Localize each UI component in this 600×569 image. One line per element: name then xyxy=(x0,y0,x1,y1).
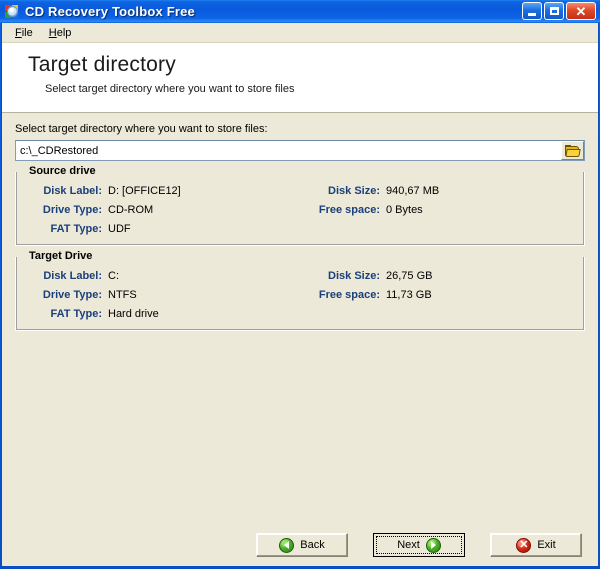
menu-file-rest: ile xyxy=(21,26,33,39)
menu-item-help[interactable]: Help xyxy=(41,25,80,41)
application-window: CD Recovery Toolbox Free ✕ File Help Tar… xyxy=(0,0,600,569)
close-icon: ✕ xyxy=(575,3,587,19)
close-button[interactable]: ✕ xyxy=(566,2,596,20)
minimize-icon xyxy=(528,12,536,16)
browse-folder-button[interactable] xyxy=(561,141,584,160)
source-free-space-row: Free space: 0 Bytes xyxy=(306,204,556,217)
target-disk-label-row: Disk Label: C: xyxy=(24,270,306,283)
source-disk-label-row: Disk Label: D: [OFFICE12] xyxy=(24,185,306,198)
source-disk-size-value: 940,67 MB xyxy=(386,185,440,197)
cd-disc-icon xyxy=(4,4,20,19)
page-title: Target directory xyxy=(28,53,176,76)
path-field-label: Select target directory where you want t… xyxy=(15,123,268,135)
menu-help-rest: elp xyxy=(56,26,72,39)
arrow-right-icon xyxy=(425,537,441,553)
source-fat-type-value: UDF xyxy=(108,223,131,235)
source-drive-type-key: Drive Type: xyxy=(42,204,102,216)
source-disk-size-row: Disk Size: 940,67 MB xyxy=(306,185,556,198)
source-disk-size-key: Disk Size: xyxy=(328,185,380,197)
window-title: CD Recovery Toolbox Free xyxy=(25,4,195,19)
target-drive-type-value: NTFS xyxy=(108,289,137,301)
body-area: Select target directory where you want t… xyxy=(2,113,598,566)
wizard-header: Target directory Select target directory… xyxy=(2,43,598,113)
source-fat-type-key: FAT Type: xyxy=(50,223,102,235)
target-disk-label-key: Disk Label: xyxy=(43,270,102,282)
menu-help-accel: H xyxy=(48,26,57,39)
maximize-button[interactable] xyxy=(544,2,564,20)
source-fat-type-row: FAT Type: UDF xyxy=(24,223,306,236)
maximize-icon xyxy=(549,7,559,15)
source-disk-label-key: Disk Label: xyxy=(43,185,102,197)
source-free-space-value: 0 Bytes xyxy=(386,204,423,216)
menu-bar: File Help xyxy=(2,23,598,43)
folder-open-icon xyxy=(565,144,581,157)
target-free-space-row: Free space: 11,73 GB xyxy=(306,289,556,302)
path-field-row xyxy=(15,140,585,161)
source-drive-type-row: Drive Type: CD-ROM xyxy=(24,204,306,217)
target-drive-type-row: Drive Type: NTFS xyxy=(24,289,306,302)
title-bar: CD Recovery Toolbox Free ✕ xyxy=(0,0,600,23)
exit-button[interactable]: ✕ Exit xyxy=(490,533,582,557)
window-controls: ✕ xyxy=(522,2,596,20)
source-drive-type-value: CD-ROM xyxy=(108,204,154,216)
target-fat-type-row: FAT Type: Hard drive xyxy=(24,308,306,321)
close-x-icon: ✕ xyxy=(516,537,532,553)
source-disk-label-value: D: [OFFICE12] xyxy=(108,185,181,197)
target-drive-group: Target Drive Disk Label: C: Drive Type: … xyxy=(15,250,585,331)
source-drive-group: Source drive Disk Label: D: [OFFICE12] D… xyxy=(15,165,585,246)
target-fat-type-key: FAT Type: xyxy=(50,308,102,320)
arrow-left-icon xyxy=(279,537,295,553)
target-drive-type-key: Drive Type: xyxy=(42,289,102,301)
next-button[interactable]: Next xyxy=(373,533,465,557)
page-subtitle: Select target directory where you want t… xyxy=(45,83,295,95)
target-disk-size-value: 26,75 GB xyxy=(386,270,433,282)
exit-button-label: Exit xyxy=(537,539,556,551)
source-drive-group-title: Source drive xyxy=(25,165,100,177)
target-free-space-value: 11,73 GB xyxy=(386,289,432,301)
source-free-space-key: Free space: xyxy=(318,204,380,216)
next-button-label: Next xyxy=(397,539,420,551)
target-free-space-key: Free space: xyxy=(318,289,380,301)
back-button[interactable]: Back xyxy=(256,533,348,557)
target-directory-input[interactable] xyxy=(16,141,561,160)
menu-file-accel: F xyxy=(15,26,22,39)
menu-item-file[interactable]: File xyxy=(7,25,41,41)
client-area: File Help Target directory Select target… xyxy=(1,23,599,566)
target-disk-size-key: Disk Size: xyxy=(328,270,380,282)
minimize-button[interactable] xyxy=(522,2,542,20)
target-disk-label-value: C: xyxy=(108,270,119,282)
target-drive-group-title: Target Drive xyxy=(25,250,97,262)
target-disk-size-row: Disk Size: 26,75 GB xyxy=(306,270,556,283)
target-fat-type-value: Hard drive xyxy=(108,308,159,320)
wizard-button-bar: Back Next ✕ Exit xyxy=(2,533,598,557)
back-button-label: Back xyxy=(300,539,325,551)
